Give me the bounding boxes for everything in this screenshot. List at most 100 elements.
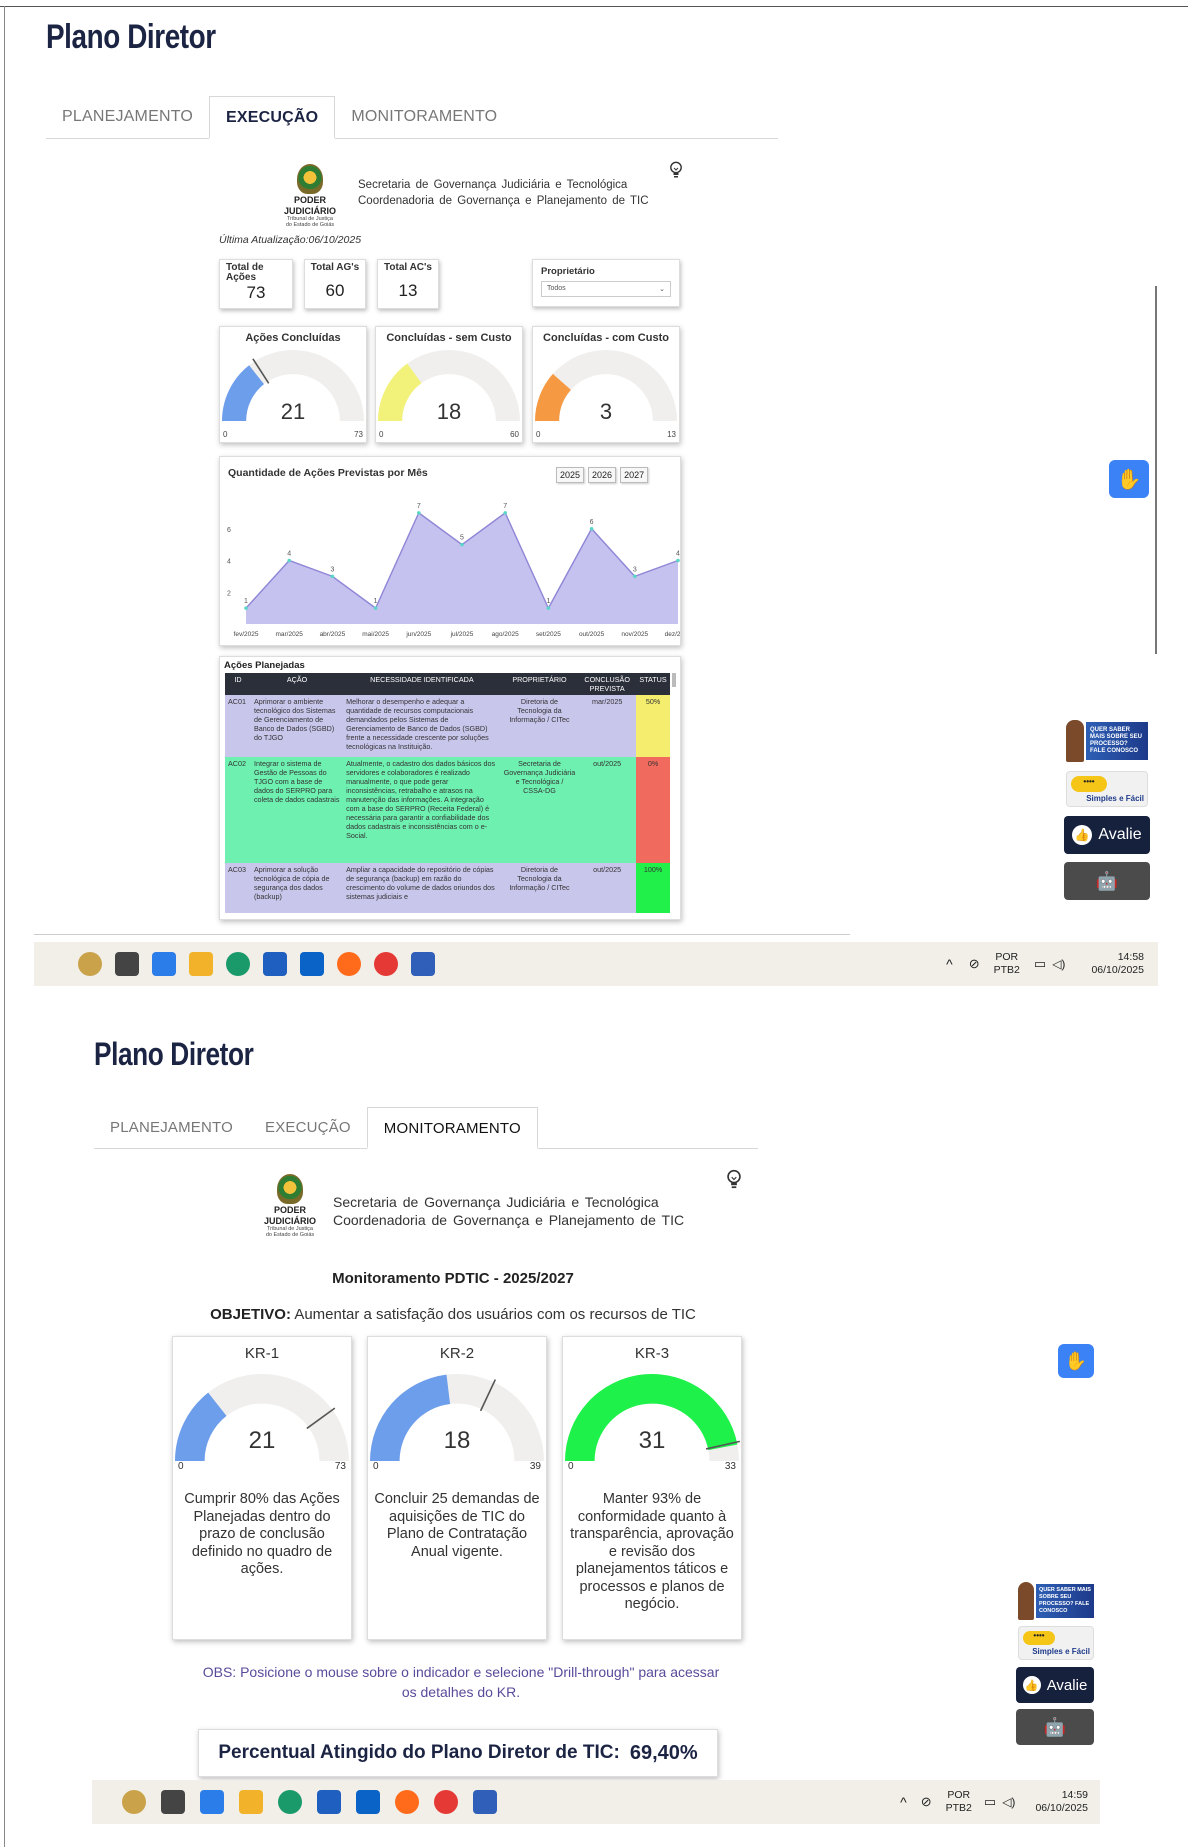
widgets-icon[interactable] <box>122 1790 146 1814</box>
file-explorer-icon[interactable] <box>239 1790 263 1814</box>
store-icon[interactable] <box>317 1790 341 1814</box>
gauge-card-acoes-concluidas[interactable]: Ações Concluídas 21 0 73 <box>219 326 367 443</box>
gauge-card-sem-custo[interactable]: Concluídas - sem Custo 18 0 60 <box>375 326 523 443</box>
clock[interactable]: 14:58 06/10/2025 <box>1091 951 1144 977</box>
kpi-total-acoes[interactable]: Total de Ações 73 <box>219 259 293 309</box>
firefox-icon[interactable] <box>395 1790 419 1814</box>
network-icon[interactable]: ⊘ <box>921 1794 932 1810</box>
simples-facil-badge[interactable]: •••• Simples e Fácil <box>1018 1626 1094 1660</box>
network-icon[interactable]: ⊘ <box>969 956 980 972</box>
column-header[interactable]: CONCLUSÃO PREVISTA <box>578 673 637 695</box>
tab-monitoramento[interactable]: MONITORAMENTO <box>366 1107 538 1149</box>
kr3-card[interactable]: KR-3 31 0 33 Manter 93% de conformidade … <box>562 1336 742 1640</box>
percentual-atingido-card[interactable]: Percentual Atingido do Plano Diretor de … <box>198 1729 718 1777</box>
tab-planejamento[interactable]: PLANEJAMENTO <box>94 1107 249 1148</box>
chevron-up-icon[interactable]: ^ <box>946 956 953 972</box>
chevron-up-icon[interactable]: ^ <box>900 1794 907 1810</box>
gauge-card-com-custo[interactable]: Concluídas - com Custo 3 0 13 <box>532 326 680 443</box>
y-tick-label: 2 <box>227 590 231 597</box>
clock[interactable]: 14:59 06/10/2025 <box>1035 1789 1088 1815</box>
chrome-icon[interactable] <box>434 1790 458 1814</box>
kr2-card[interactable]: KR-2 18 0 39 Concluir 25 demandas de aqu… <box>367 1336 547 1640</box>
x-tick-label: abr/2025 <box>320 631 346 638</box>
tjgo-logo-2: PODER JUDICIÁRIO Tribunal de Justiça do … <box>258 1174 322 1238</box>
page-scrollbar[interactable] <box>1155 286 1157 654</box>
person-illustration-icon <box>1066 720 1084 762</box>
kr1-card[interactable]: KR-1 21 0 73 Cumprir 80% das Ações Plane… <box>172 1336 352 1640</box>
store-icon[interactable] <box>263 952 287 976</box>
avalie-button[interactable]: 👍 Avalie <box>1016 1667 1094 1703</box>
x-tick-label: nov/2025 <box>621 631 648 638</box>
language-indicator[interactable]: POR PTB2 <box>946 1789 972 1815</box>
data-point <box>373 606 378 610</box>
data-label: 1 <box>374 598 378 605</box>
data-point <box>633 574 637 579</box>
table-row[interactable]: AC03 Aprimorar a solução tecnológica de … <box>225 863 670 913</box>
notepad-icon[interactable] <box>473 1790 497 1814</box>
display-icon[interactable]: ▭ <box>1034 956 1046 972</box>
column-header[interactable]: NECESSIDADE IDENTIFICADA <box>343 673 501 695</box>
windows-taskbar: ^ ⊘ POR PTB2 ▭ ◁) 14:58 06/10/2025 <box>34 942 1158 986</box>
table-header-row: ID AÇÃO NECESSIDADE IDENTIFICADA PROPRIE… <box>225 673 670 695</box>
column-header[interactable]: AÇÃO <box>250 673 344 695</box>
processo-banner[interactable]: QUER SABER MAIS SOBRE SEU PROCESSO? FALE… <box>1066 718 1148 762</box>
tab-monitoramento[interactable]: MONITORAMENTO <box>335 96 513 138</box>
lightbulb-icon[interactable] <box>726 1169 742 1190</box>
table-scrollbar[interactable] <box>672 673 676 687</box>
data-label: 7 <box>417 503 421 510</box>
avalie-button[interactable]: 👍 Avalie <box>1064 816 1150 854</box>
m365-icon[interactable] <box>200 1790 224 1814</box>
person-illustration-icon <box>1018 1582 1034 1620</box>
table-row[interactable]: AC02 Integrar o sistema de Gestão de Pes… <box>225 757 670 863</box>
robot-icon: 🤖 <box>1095 870 1119 891</box>
kpi-total-ags[interactable]: Total AG's 60 <box>304 259 366 309</box>
speaker-icon[interactable]: ◁) <box>1002 1795 1015 1809</box>
chatbot-button[interactable]: 🤖 <box>1016 1709 1094 1745</box>
table-title: Ações Planejadas <box>224 660 305 671</box>
accessibility-hand-icon[interactable]: ✋ <box>1058 1344 1094 1378</box>
data-label: 1 <box>546 598 550 605</box>
m365-icon[interactable] <box>152 952 176 976</box>
file-explorer-icon[interactable] <box>189 952 213 976</box>
frame-border-left <box>4 6 5 1847</box>
lightbulb-icon[interactable] <box>669 161 683 179</box>
language-indicator[interactable]: POR PTB2 <box>994 951 1020 977</box>
column-header[interactable]: ID <box>225 673 251 695</box>
processo-banner[interactable]: QUER SABER MAIS SOBRE SEU PROCESSO? FALE… <box>1018 1580 1094 1620</box>
task-view-icon[interactable] <box>115 952 139 976</box>
firefox-icon[interactable] <box>337 952 361 976</box>
tab-execucao[interactable]: EXECUÇÃO <box>209 96 336 139</box>
column-header[interactable]: STATUS <box>636 673 670 695</box>
obs-note: OBS: Posicione o mouse sobre o indicador… <box>202 1664 720 1700</box>
chrome-icon[interactable] <box>374 952 398 976</box>
edge-icon[interactable] <box>278 1790 302 1814</box>
simples-facil-badge[interactable]: •••• Simples e Fácil <box>1066 771 1148 807</box>
speaker-icon[interactable]: ◁) <box>1052 957 1065 971</box>
notepad-icon[interactable] <box>411 952 435 976</box>
x-tick-label: mai/2025 <box>362 631 389 638</box>
kpi-total-acs[interactable]: Total AC's 13 <box>377 259 439 309</box>
edge-icon[interactable] <box>226 952 250 976</box>
org-line-2: Coordenadoria de Governança e Planejamen… <box>358 195 649 207</box>
org-line-2: Coordenadoria de Governança e Planejamen… <box>333 1212 685 1228</box>
outlook-icon[interactable] <box>300 952 324 976</box>
outlook-icon[interactable] <box>356 1790 380 1814</box>
tab-execucao[interactable]: EXECUÇÃO <box>249 1107 367 1148</box>
column-header[interactable]: PROPRIETÁRIO <box>500 673 579 695</box>
x-tick-label: dez/2025 <box>665 631 680 638</box>
chat-bubble-icon: •••• <box>1023 1631 1055 1645</box>
table-row[interactable]: AC01 Aprimorar o ambiente tecnológico do… <box>225 695 670 757</box>
page-title: Plano Diretor <box>46 18 216 56</box>
proprietario-select[interactable]: Todos ⌄ <box>541 281 671 297</box>
data-label: 3 <box>330 566 334 573</box>
robot-icon: 🤖 <box>1043 1716 1067 1737</box>
accessibility-hand-icon[interactable]: ✋ <box>1109 460 1149 498</box>
task-view-icon[interactable] <box>161 1790 185 1814</box>
tab-planejamento[interactable]: PLANEJAMENTO <box>46 96 209 138</box>
chatbot-button[interactable]: 🤖 <box>1064 862 1150 900</box>
display-icon[interactable]: ▭ <box>984 1794 996 1810</box>
acoes-table: ID AÇÃO NECESSIDADE IDENTIFICADA PROPRIE… <box>225 673 670 913</box>
data-point <box>287 558 291 563</box>
widgets-icon[interactable] <box>78 952 102 976</box>
objetivo: OBJETIVO: Aumentar a satisfação dos usuá… <box>210 1306 696 1323</box>
